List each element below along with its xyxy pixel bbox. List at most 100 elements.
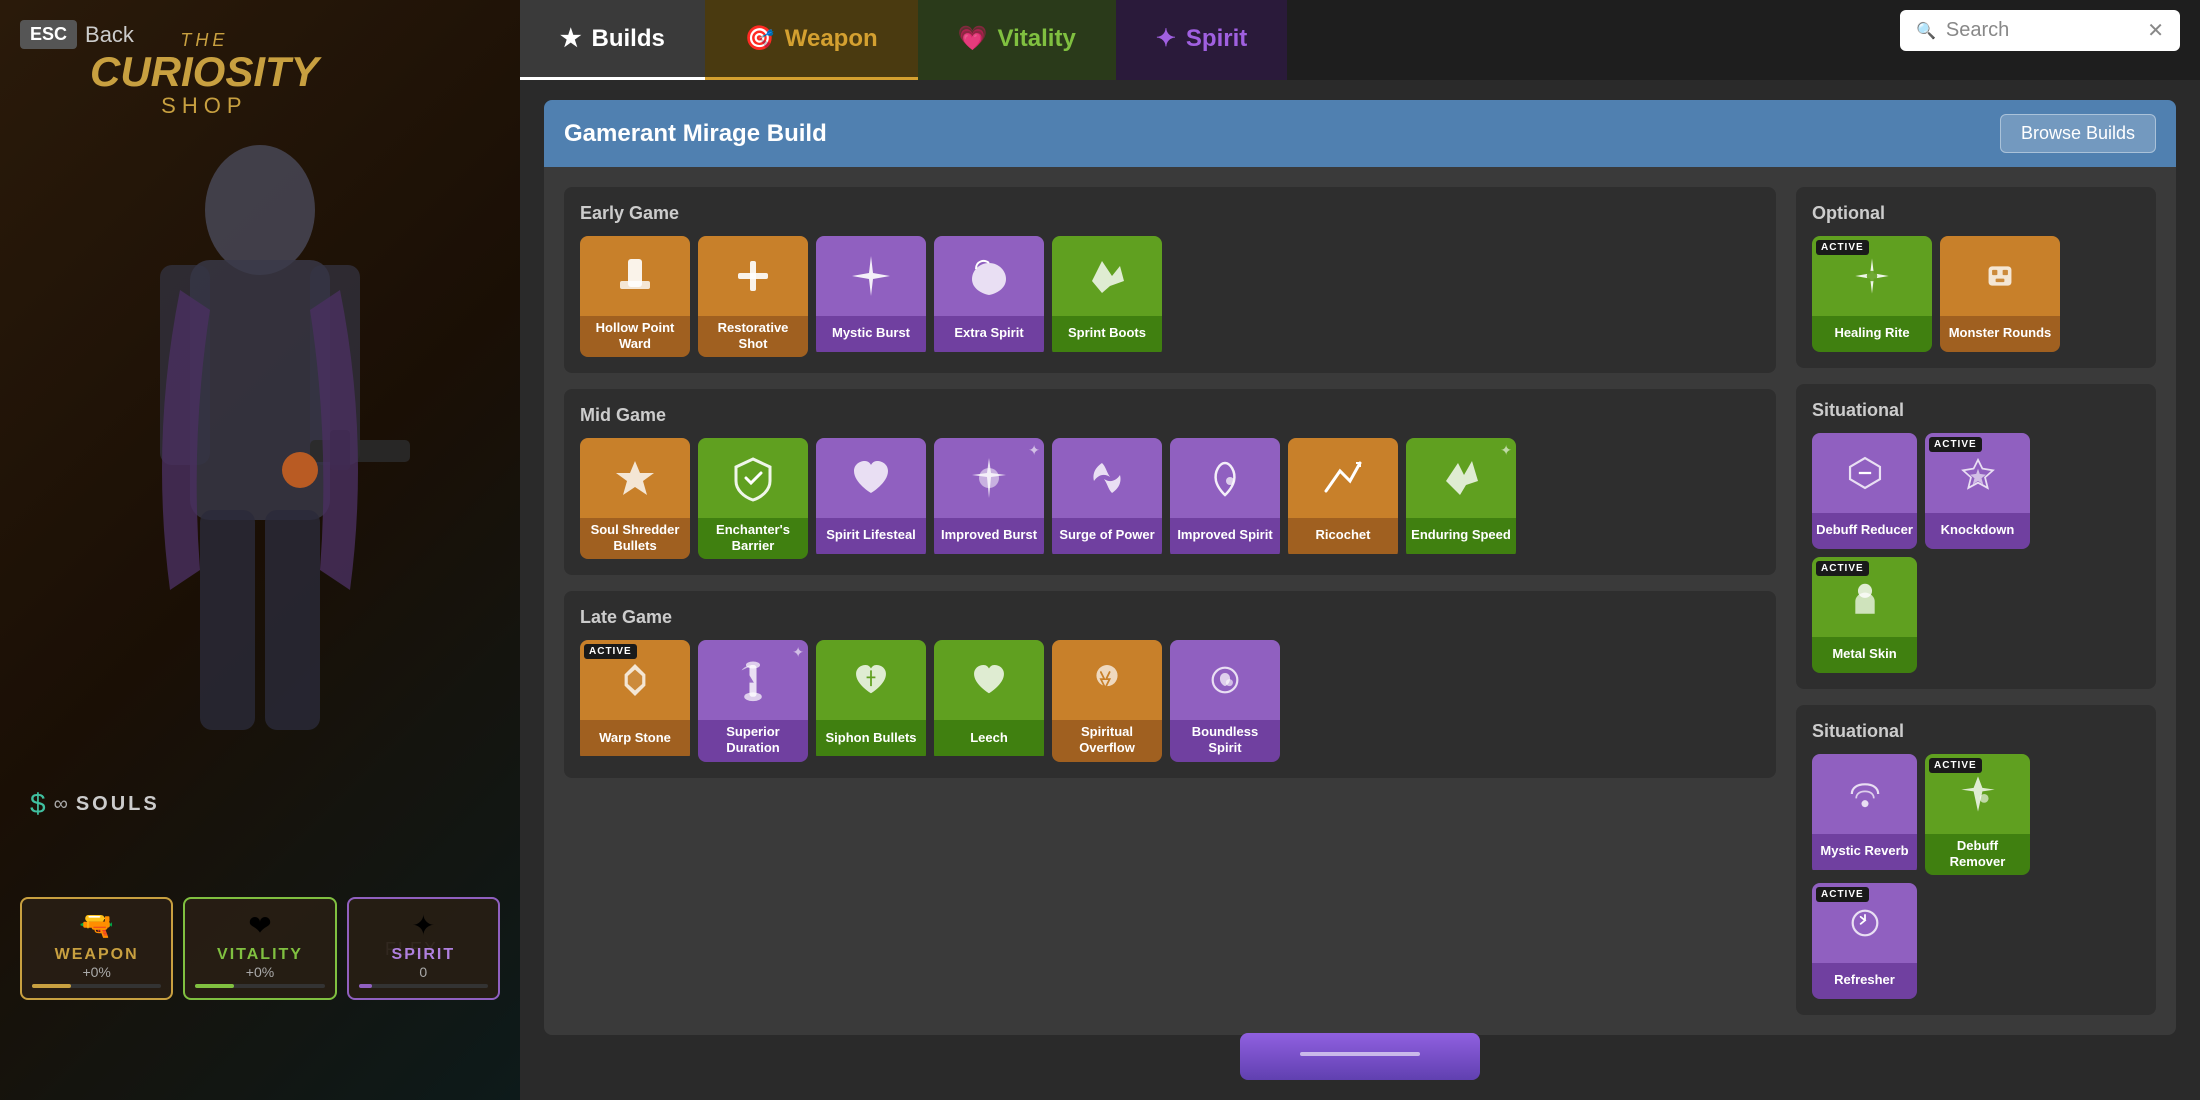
item-mystic-reverb[interactable]: Mystic Reverb xyxy=(1812,754,1917,875)
item-enchanters-barrier[interactable]: Enchanter's Barrier xyxy=(698,438,808,559)
item-debuff-reducer[interactable]: Debuff Reducer xyxy=(1812,433,1917,549)
knockdown-active-badge: ACTIVE xyxy=(1929,437,1982,452)
vitality-stat-name: VITALITY xyxy=(195,946,324,964)
item-ricochet[interactable]: Ricochet xyxy=(1288,438,1398,559)
sprint-boots-label: Sprint Boots xyxy=(1052,316,1162,352)
item-superior-duration[interactable]: ✦ Superior Duration xyxy=(698,640,808,761)
item-improved-burst[interactable]: ✦ Improved Burst xyxy=(934,438,1044,559)
item-improved-spirit[interactable]: Improved Spirit xyxy=(1170,438,1280,559)
item-spiritual-overflow[interactable]: Spiritual Overflow xyxy=(1052,640,1162,761)
logo-curiosity: CURIOSITY xyxy=(90,51,319,93)
leech-label: Leech xyxy=(934,720,1044,756)
debuff-remover-icon xyxy=(1956,772,2000,816)
tab-bar: ★ Builds 🎯 Weapon 💗 Vitality ✦ Spirit 🔍 … xyxy=(520,0,2200,80)
tab-builds[interactable]: ★ Builds xyxy=(520,0,705,80)
bottom-action-icon xyxy=(1300,1046,1420,1062)
metal-skin-icon-area: ACTIVE xyxy=(1812,557,1917,637)
spirit-lifesteal-icon-area xyxy=(816,438,926,518)
bottom-action-button[interactable] xyxy=(1240,1033,1480,1080)
ricochet-label: Ricochet xyxy=(1288,518,1398,554)
character-area xyxy=(20,80,500,780)
tab-vitality[interactable]: 💗 Vitality xyxy=(918,0,1116,80)
situational-2-section: Situational Mystic Reverb xyxy=(1796,705,2156,1015)
esc-badge[interactable]: ESC xyxy=(20,20,77,49)
mid-game-items: Soul Shredder Bullets Enchanter's Barrie… xyxy=(580,438,1760,559)
mystic-burst-label: Mystic Burst xyxy=(816,316,926,352)
refresher-active-badge: ACTIVE xyxy=(1816,887,1869,902)
search-input[interactable]: Search xyxy=(1946,19,2137,42)
metal-skin-icon xyxy=(1843,575,1887,619)
debuff-remover-label: Debuff Remover xyxy=(1925,834,2030,875)
item-healing-rite[interactable]: ACTIVE Healing Rite xyxy=(1812,236,1932,352)
debuff-reducer-icon xyxy=(1843,451,1887,495)
item-boundless-spirit[interactable]: Boundless Spirit xyxy=(1170,640,1280,761)
spiritual-overflow-icon xyxy=(1085,658,1129,702)
build-body: Early Game Hollow Point Ward xyxy=(544,167,2176,1035)
tab-weapon[interactable]: 🎯 Weapon xyxy=(705,0,918,80)
improved-burst-icon xyxy=(964,453,1014,503)
optional-title: Optional xyxy=(1812,203,2140,224)
item-monster-rounds[interactable]: Monster Rounds xyxy=(1940,236,2060,352)
enduring-speed-sparkle-icon: ✦ xyxy=(1500,442,1512,459)
item-mystic-burst[interactable]: Mystic Burst xyxy=(816,236,926,357)
item-soul-shredder[interactable]: Soul Shredder Bullets xyxy=(580,438,690,559)
tab-spirit[interactable]: ✦ Spirit xyxy=(1116,0,1287,80)
item-sprint-boots[interactable]: Sprint Boots xyxy=(1052,236,1162,357)
early-game-title: Early Game xyxy=(580,203,1760,224)
superior-duration-icon-area: ✦ xyxy=(698,640,808,720)
mystic-reverb-icon-area xyxy=(1812,754,1917,834)
weapon-bar-fill xyxy=(32,984,71,988)
superior-duration-label: Superior Duration xyxy=(698,720,808,761)
knockdown-label: Knockdown xyxy=(1925,513,2030,549)
boundless-spirit-icon-area xyxy=(1170,640,1280,720)
surge-of-power-icon-area xyxy=(1052,438,1162,518)
extra-spirit-icon xyxy=(964,251,1014,301)
warp-stone-label: Warp Stone xyxy=(580,720,690,756)
side-sections: Optional ACTIVE Healing Rite xyxy=(1796,187,2156,1015)
enduring-speed-label: Enduring Speed xyxy=(1406,518,1516,554)
metal-skin-active-badge: ACTIVE xyxy=(1816,561,1869,576)
builds-star-icon: ★ xyxy=(560,24,582,53)
spirit-stat-value: 0 xyxy=(359,964,488,980)
item-extra-spirit[interactable]: Extra Spirit xyxy=(934,236,1044,357)
superior-duration-sparkle-icon: ✦ xyxy=(792,644,804,661)
item-debuff-remover[interactable]: ACTIVE Debuff Remover xyxy=(1925,754,2030,875)
close-icon[interactable]: ✕ xyxy=(2147,18,2164,43)
item-siphon-bullets[interactable]: Siphon Bullets xyxy=(816,640,926,761)
spirit-stat-name: SPIRIT xyxy=(359,946,488,964)
item-refresher[interactable]: ACTIVE Refresher xyxy=(1812,883,1917,999)
item-metal-skin[interactable]: ACTIVE Metal Skin xyxy=(1812,557,1917,673)
item-knockdown[interactable]: ACTIVE Knockdown xyxy=(1925,433,2030,549)
refresher-icon xyxy=(1843,901,1887,945)
restorative-shot-label: Restorative Shot xyxy=(698,316,808,357)
knockdown-icon-area: ACTIVE xyxy=(1925,433,2030,513)
vitality-bar-fill xyxy=(195,984,234,988)
item-hollow-point-ward[interactable]: Hollow Point Ward xyxy=(580,236,690,357)
late-game-items: ACTIVE Warp Stone ✦ xyxy=(580,640,1760,761)
early-game-items: Hollow Point Ward Restorative Shot xyxy=(580,236,1760,357)
search-box[interactable]: 🔍 Search ✕ xyxy=(1900,10,2180,51)
souls-currency-icon: $ xyxy=(30,788,46,820)
siphon-bullets-icon-area xyxy=(816,640,926,720)
item-leech[interactable]: Leech xyxy=(934,640,1044,761)
item-restorative-shot[interactable]: Restorative Shot xyxy=(698,236,808,357)
early-game-section: Early Game Hollow Point Ward xyxy=(564,187,1776,373)
vitality-stat-box: ❤ VITALITY +0% xyxy=(183,897,336,1000)
browse-builds-button[interactable]: Browse Builds xyxy=(2000,114,2156,153)
item-enduring-speed[interactable]: ✦ Enduring Speed xyxy=(1406,438,1516,559)
item-warp-stone[interactable]: ACTIVE Warp Stone xyxy=(580,640,690,761)
optional-items: ACTIVE Healing Rite xyxy=(1812,236,2140,352)
spirit-lifesteal-label: Spirit Lifesteal xyxy=(816,518,926,554)
spirit-lifesteal-icon xyxy=(846,453,896,503)
leech-icon-area xyxy=(934,640,1044,720)
extra-spirit-icon-area xyxy=(934,236,1044,316)
item-spirit-lifesteal[interactable]: Spirit Lifesteal xyxy=(816,438,926,559)
mystic-reverb-icon xyxy=(1843,772,1887,816)
bottom-bar xyxy=(1240,1033,1480,1080)
character-silhouette xyxy=(90,90,430,770)
healing-rite-icon xyxy=(1850,254,1894,298)
item-surge-of-power[interactable]: Surge of Power xyxy=(1052,438,1162,559)
healing-rite-icon-area: ACTIVE xyxy=(1812,236,1932,316)
weapon-stat-value: +0% xyxy=(32,964,161,980)
monster-rounds-icon-area xyxy=(1940,236,2060,316)
